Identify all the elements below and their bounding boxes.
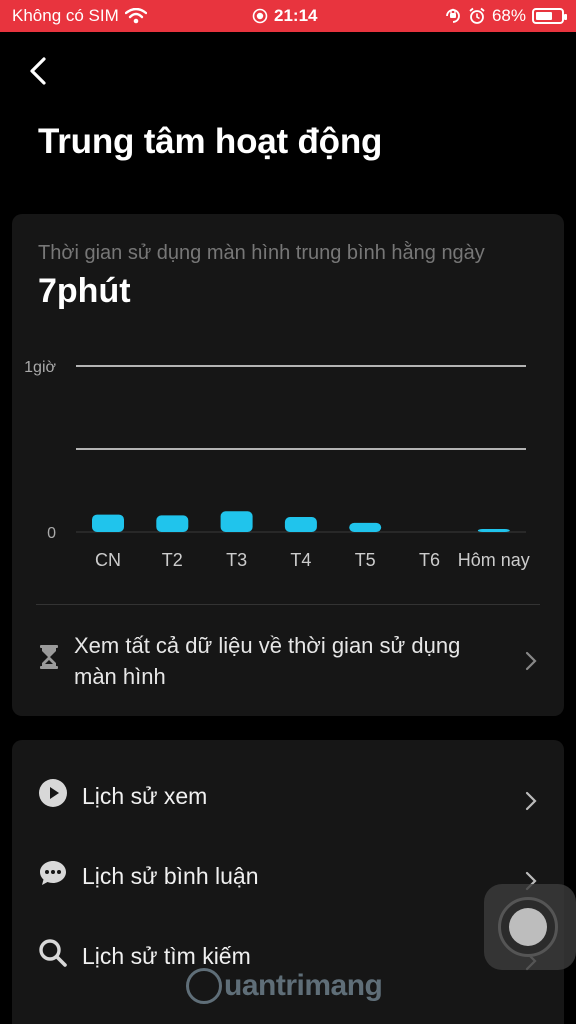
y-tick-label: 0 — [47, 525, 56, 542]
chart-bar — [220, 511, 253, 532]
assistive-touch-core — [509, 908, 547, 946]
y-tick-label: 1giờ — [24, 359, 56, 376]
play-icon — [39, 779, 67, 807]
divider — [36, 604, 540, 605]
battery-icon — [532, 8, 567, 24]
x-tick-label: CN — [95, 550, 121, 570]
wifi-icon — [124, 8, 147, 24]
screen-time-chart: 0 1giờ CN T2 T3 T4 T5 T6 Hôm nay — [24, 359, 530, 570]
chart-bar — [156, 515, 189, 532]
watermark-text: uantrimang — [224, 969, 383, 1002]
x-tick-label: T2 — [162, 550, 183, 570]
search-icon — [39, 939, 67, 967]
x-tick-label: T3 — [226, 550, 247, 570]
menu-item-label: Lịch sử bình luận — [82, 863, 259, 889]
screen-time-value: 7phút — [38, 272, 131, 310]
menu-item-comment-history[interactable]: Lịch sử bình luận — [12, 830, 564, 910]
screen-time-card: Thời gian sử dụng màn hình trung bình hằ… — [12, 214, 564, 716]
page-title: Trung tâm hoạt động — [38, 122, 383, 161]
chevron-right-icon — [525, 791, 537, 811]
alarm-icon — [469, 7, 485, 24]
clock: 21:14 — [274, 6, 318, 25]
status-bar: Không có SIM 21:14 68% — [0, 0, 576, 32]
hourglass-icon — [40, 645, 58, 669]
chevron-right-icon — [525, 651, 537, 671]
screen-time-label: Thời gian sử dụng màn hình trung bình hằ… — [38, 242, 485, 264]
lightbulb-logo-icon — [186, 968, 222, 1004]
menu-item-label: Lịch sử xem — [82, 783, 208, 809]
battery-percent: 68% — [491, 6, 526, 25]
see-all-label: Xem tất cả dữ liệu về thời gian sử dụng … — [74, 633, 461, 689]
chart-bar — [92, 514, 124, 532]
x-tick-label: Hôm nay — [458, 550, 530, 570]
orientation-lock-icon — [446, 8, 460, 23]
screen-record-icon — [252, 8, 268, 24]
chart-bar — [284, 517, 317, 532]
chevron-left-icon[interactable] — [24, 54, 54, 88]
see-all-screen-time-row[interactable]: Xem tất cả dữ liệu về thời gian sử dụng … — [12, 606, 564, 716]
menu-item-watch-history[interactable]: Lịch sử xem — [12, 750, 564, 830]
x-tick-label: T4 — [290, 550, 311, 570]
chart-bar — [349, 522, 382, 532]
x-tick-label: T5 — [355, 550, 376, 570]
assistive-touch-button[interactable] — [484, 884, 576, 970]
battery-level — [536, 12, 553, 20]
assistive-touch-ring — [498, 897, 558, 957]
comment-icon — [40, 861, 66, 885]
menu-item-label: Lịch sử tìm kiếm — [82, 943, 251, 969]
chart-bar — [477, 529, 510, 532]
x-tick-label: T6 — [419, 550, 440, 570]
watermark: uantrimang — [186, 968, 383, 1004]
carrier-label: Không có SIM — [12, 6, 119, 25]
